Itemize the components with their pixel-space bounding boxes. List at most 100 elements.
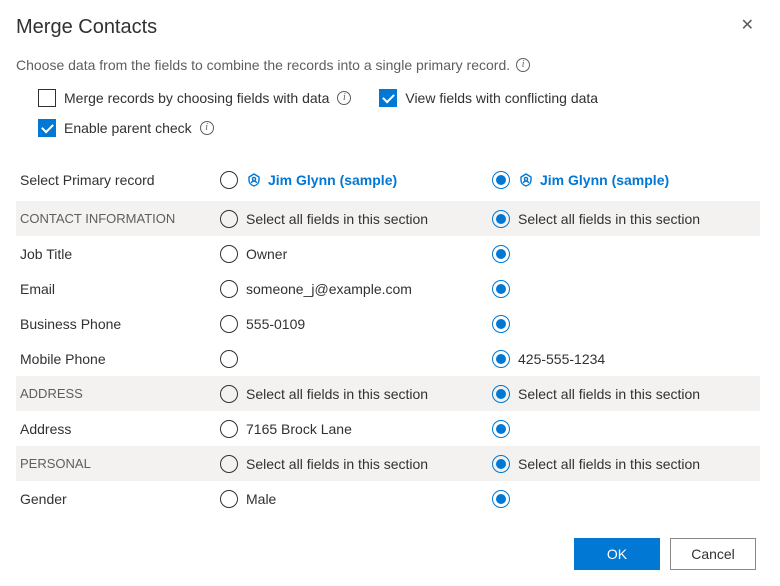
field-option-a[interactable]: someone_j@example.com <box>216 280 488 298</box>
dialog-subtitle: Choose data from the fields to combine t… <box>16 57 760 73</box>
radio-icon <box>220 280 238 298</box>
field-label: Mobile Phone <box>16 351 216 367</box>
field-label: Job Title <box>16 246 216 262</box>
field-row-address: Address 7165 Brock Lane <box>16 411 760 446</box>
section-label: ADDRESS <box>16 386 216 401</box>
section-select-all-b[interactable]: Select all fields in this section <box>488 385 760 403</box>
field-row-gender: Gender Male <box>16 481 760 516</box>
radio-icon <box>492 385 510 403</box>
contact-icon <box>518 172 534 188</box>
field-option-b[interactable] <box>488 280 760 298</box>
info-icon[interactable]: i <box>516 58 530 72</box>
field-option-a[interactable] <box>216 350 488 368</box>
radio-icon <box>492 455 510 473</box>
primary-option-a[interactable]: Jim Glynn (sample) <box>216 171 488 189</box>
dialog-footer: OK Cancel <box>16 524 760 586</box>
field-option-b[interactable] <box>488 420 760 438</box>
section-select-all-a[interactable]: Select all fields in this section <box>216 385 488 403</box>
radio-icon <box>220 245 238 263</box>
view-conflicting-checkbox[interactable]: View fields with conflicting data <box>379 89 598 107</box>
radio-icon <box>220 455 238 473</box>
field-option-a[interactable]: Owner <box>216 245 488 263</box>
field-value: 7165 Brock Lane <box>246 421 352 437</box>
checkbox-label: Merge records by choosing fields with da… <box>64 90 329 106</box>
radio-icon <box>220 350 238 368</box>
radio-icon <box>220 420 238 438</box>
ok-button[interactable]: OK <box>574 538 660 570</box>
radio-icon <box>492 210 510 228</box>
field-option-b[interactable] <box>488 245 760 263</box>
field-value: 555-0109 <box>246 316 305 332</box>
field-label: Gender <box>16 491 216 507</box>
field-value: 425-555-1234 <box>518 351 605 367</box>
section-address: ADDRESS Select all fields in this sectio… <box>16 376 760 411</box>
enable-parent-checkbox[interactable]: Enable parent check i <box>38 119 214 137</box>
field-option-a[interactable]: 555-0109 <box>216 315 488 333</box>
info-icon[interactable]: i <box>337 91 351 105</box>
radio-icon <box>492 490 510 508</box>
contact-icon <box>246 172 262 188</box>
radio-icon <box>220 210 238 228</box>
section-contact-info: CONTACT INFORMATION Select all fields in… <box>16 201 760 236</box>
primary-record-label: Select Primary record <box>16 172 216 188</box>
info-icon[interactable]: i <box>200 121 214 135</box>
radio-icon <box>220 490 238 508</box>
fields-scroll-area[interactable]: Select Primary record Jim Glynn (sample)… <box>16 159 766 524</box>
select-all-label: Select all fields in this section <box>246 386 428 402</box>
dialog-title: Merge Contacts <box>16 16 157 39</box>
section-label: PERSONAL <box>16 456 216 471</box>
section-personal: PERSONAL Select all fields in this secti… <box>16 446 760 481</box>
primary-option-b[interactable]: Jim Glynn (sample) <box>488 171 760 189</box>
section-select-all-b[interactable]: Select all fields in this section <box>488 210 760 228</box>
field-label: Business Phone <box>16 316 216 332</box>
record-a-name: Jim Glynn (sample) <box>246 172 397 188</box>
radio-icon <box>492 171 510 189</box>
field-option-a[interactable]: 7165 Brock Lane <box>216 420 488 438</box>
select-all-label: Select all fields in this section <box>518 456 700 472</box>
radio-icon <box>492 420 510 438</box>
close-icon[interactable]: ✕ <box>735 16 760 36</box>
subtitle-text: Choose data from the fields to combine t… <box>16 57 510 73</box>
radio-icon <box>492 280 510 298</box>
section-select-all-b[interactable]: Select all fields in this section <box>488 455 760 473</box>
cancel-button[interactable]: Cancel <box>670 538 756 570</box>
checkbox-icon <box>38 89 56 107</box>
record-a-text: Jim Glynn (sample) <box>268 172 397 188</box>
field-value: someone_j@example.com <box>246 281 412 297</box>
primary-record-row: Select Primary record Jim Glynn (sample)… <box>16 159 760 201</box>
record-b-text: Jim Glynn (sample) <box>540 172 669 188</box>
field-label: Email <box>16 281 216 297</box>
field-option-b[interactable] <box>488 490 760 508</box>
options-row-1: Merge records by choosing fields with da… <box>16 89 760 107</box>
field-value: Male <box>246 491 276 507</box>
radio-icon <box>220 385 238 403</box>
radio-icon <box>220 315 238 333</box>
checkbox-label: View fields with conflicting data <box>405 90 598 106</box>
section-select-all-a[interactable]: Select all fields in this section <box>216 455 488 473</box>
field-value: Owner <box>246 246 287 262</box>
select-all-label: Select all fields in this section <box>518 211 700 227</box>
radio-icon <box>492 245 510 263</box>
section-label: CONTACT INFORMATION <box>16 211 216 226</box>
merge-contacts-dialog: Merge Contacts ✕ Choose data from the fi… <box>0 0 780 586</box>
field-row-email: Email someone_j@example.com <box>16 271 760 306</box>
merge-by-fields-checkbox[interactable]: Merge records by choosing fields with da… <box>38 89 351 107</box>
record-b-name: Jim Glynn (sample) <box>518 172 669 188</box>
checkbox-icon <box>38 119 56 137</box>
select-all-label: Select all fields in this section <box>518 386 700 402</box>
select-all-label: Select all fields in this section <box>246 211 428 227</box>
field-label: Address <box>16 421 216 437</box>
radio-icon <box>492 315 510 333</box>
section-select-all-a[interactable]: Select all fields in this section <box>216 210 488 228</box>
select-all-label: Select all fields in this section <box>246 456 428 472</box>
field-option-b[interactable]: 425-555-1234 <box>488 350 760 368</box>
field-row-job-title: Job Title Owner <box>16 236 760 271</box>
checkbox-label: Enable parent check <box>64 120 192 136</box>
field-option-b[interactable] <box>488 315 760 333</box>
radio-icon <box>220 171 238 189</box>
field-option-a[interactable]: Male <box>216 490 488 508</box>
dialog-header: Merge Contacts ✕ <box>16 16 760 57</box>
radio-icon <box>492 350 510 368</box>
field-row-business-phone: Business Phone 555-0109 <box>16 306 760 341</box>
options-row-2: Enable parent check i <box>16 119 760 137</box>
